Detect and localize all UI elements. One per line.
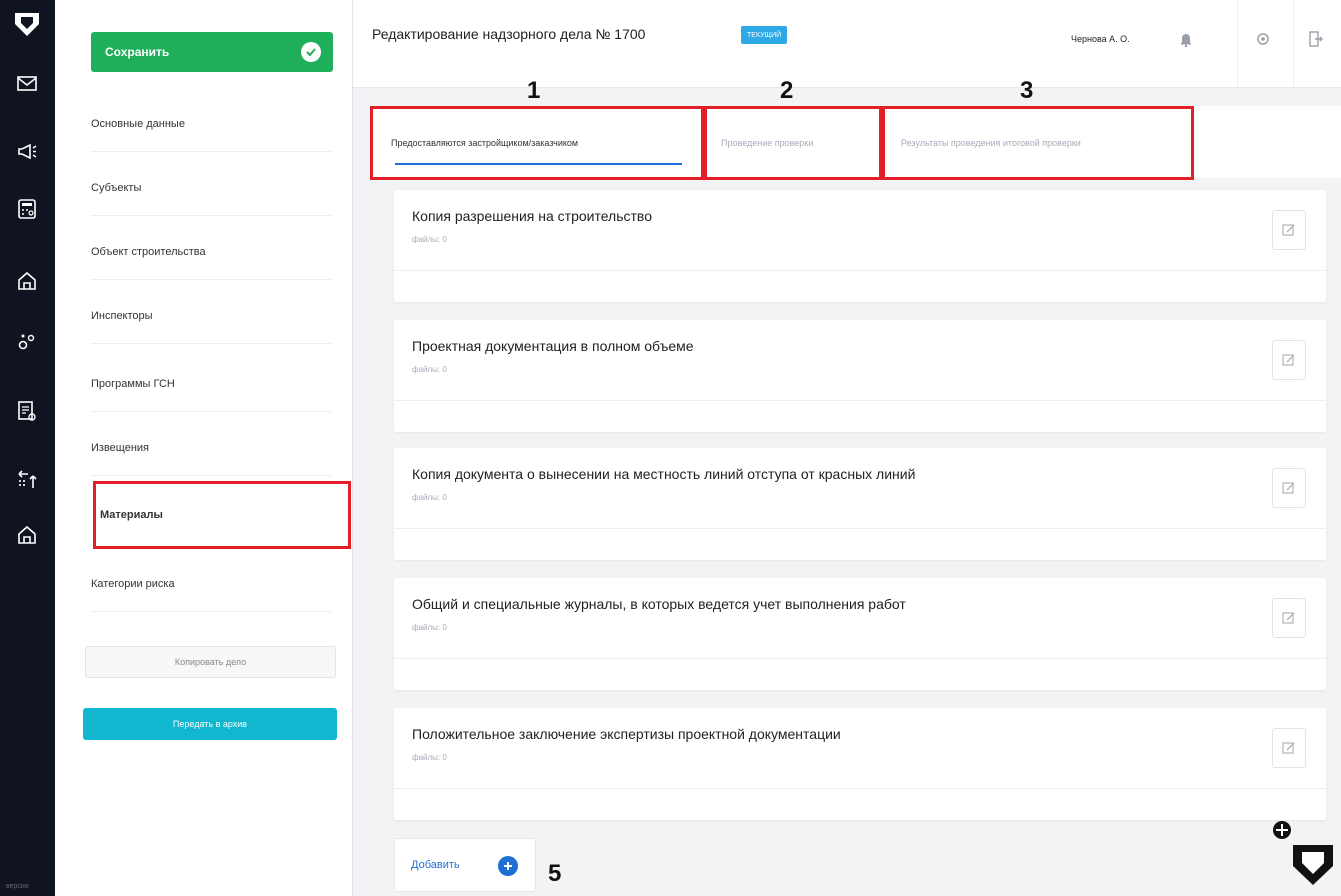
annotation-number-5: 5	[548, 860, 562, 887]
sidebar-item-label: Объект строительства	[91, 245, 206, 258]
files-count: файлы: 0	[412, 753, 447, 762]
megaphone-icon[interactable]	[12, 136, 42, 166]
save-button[interactable]: Сохранить	[91, 32, 333, 72]
files-count: файлы: 0	[412, 493, 447, 502]
tabs-bar: Предоставляются застройщиком/заказчиком …	[370, 106, 1341, 180]
tab-label: Предоставляются застройщиком/заказчиком	[391, 138, 579, 148]
sidebar-item-label: Извещения	[91, 441, 150, 454]
save-button-label: Сохранить	[105, 45, 170, 59]
tab-label: Проведение проверки	[721, 138, 814, 148]
sidebar-item-inspectors[interactable]: Инспекторы	[91, 288, 331, 344]
document-card: Положительное заключение экспертизы прое…	[394, 708, 1326, 820]
archive-button[interactable]: Передать в архив	[83, 708, 337, 740]
divider	[394, 788, 1326, 789]
divider	[394, 528, 1326, 529]
edit-button[interactable]	[1272, 340, 1306, 380]
divider	[394, 400, 1326, 401]
version-label: версия	[6, 883, 29, 890]
divider	[394, 270, 1326, 271]
page-title: Редактирование надзорного дела № 1700	[372, 26, 646, 42]
add-button-label: Добавить	[411, 859, 460, 871]
document-title: Проектная документация в полном объеме	[412, 338, 694, 354]
brand-logo-icon	[1293, 845, 1333, 885]
annotation-number-2: 2	[780, 77, 794, 104]
sidebar-item-gsn-programs[interactable]: Программы ГСН	[91, 356, 331, 412]
mail-icon[interactable]	[12, 68, 42, 98]
move-icon[interactable]	[1272, 820, 1292, 840]
sidebar: Сохранить Основные данные Субъекты Объек…	[55, 0, 353, 896]
home-icon[interactable]	[12, 520, 42, 550]
status-badge: ТЕКУЩИЙ	[741, 26, 788, 44]
add-button[interactable]: Добавить	[394, 838, 536, 892]
divider	[1237, 0, 1238, 88]
sidebar-item-subjects[interactable]: Субъекты	[91, 160, 331, 216]
document-card: Общий и специальные журналы, в которых в…	[394, 578, 1326, 690]
annotation-number-3: 3	[1020, 77, 1034, 104]
sidebar-item-label: Субъекты	[91, 181, 142, 194]
logo-icon[interactable]	[12, 10, 42, 40]
divider	[394, 658, 1326, 659]
document-card: Копия документа о вынесении на местность…	[394, 448, 1326, 560]
tab-final-inspection-results[interactable]: Результаты проведения итоговой проверки	[882, 106, 1194, 180]
header: Редактирование надзорного дела № 1700 ТЕ…	[353, 0, 1341, 88]
gear-icon[interactable]	[1255, 30, 1271, 48]
edit-icon	[1282, 354, 1295, 366]
document-card: Проектная документация в полном объеме ф…	[394, 320, 1326, 432]
files-count: файлы: 0	[412, 365, 447, 374]
sidebar-item-main-data[interactable]: Основные данные	[91, 96, 331, 152]
transfer-icon[interactable]	[12, 464, 42, 494]
document-card: Копия разрешения на строительство файлы:…	[394, 190, 1326, 302]
edit-button[interactable]	[1272, 210, 1306, 250]
active-tab-indicator	[395, 163, 682, 165]
plus-icon	[498, 856, 518, 876]
copy-case-button[interactable]: Копировать дело	[85, 646, 336, 678]
sidebar-item-label: Инспекторы	[91, 309, 153, 322]
divider	[1293, 0, 1294, 88]
logout-icon[interactable]	[1309, 30, 1323, 48]
document-icon[interactable]	[12, 396, 42, 426]
sidebar-item-label: Программы ГСН	[91, 377, 175, 390]
home-icon[interactable]	[12, 266, 42, 296]
document-title: Общий и специальные журналы, в которых в…	[412, 596, 906, 612]
files-count: файлы: 0	[412, 623, 447, 632]
sidebar-item-notices[interactable]: Извещения	[91, 420, 331, 476]
sidebar-item-label: Материалы	[100, 509, 163, 521]
document-title: Положительное заключение экспертизы прое…	[412, 726, 841, 742]
edit-button[interactable]	[1272, 468, 1306, 508]
tab-provided-by-developer[interactable]: Предоставляются застройщиком/заказчиком	[370, 106, 704, 180]
edit-button[interactable]	[1272, 728, 1306, 768]
edit-icon	[1282, 612, 1295, 624]
files-count: файлы: 0	[412, 235, 447, 244]
edit-icon	[1282, 224, 1295, 236]
check-icon	[301, 42, 321, 62]
bell-icon[interactable]	[1179, 30, 1193, 48]
document-title: Копия документа о вынесении на местность…	[412, 466, 916, 482]
left-rail: версия	[0, 0, 55, 896]
edit-icon	[1282, 742, 1295, 754]
annotation-number-1: 1	[527, 77, 541, 104]
sidebar-item-label: Категории риска	[91, 577, 175, 590]
tab-label: Результаты проведения итоговой проверки	[901, 138, 1081, 148]
sidebar-item-construction-object[interactable]: Объект строительства	[91, 224, 331, 280]
document-title: Копия разрешения на строительство	[412, 208, 652, 224]
settings-icon[interactable]	[12, 326, 42, 356]
sidebar-item-materials[interactable]: Материалы	[93, 481, 351, 549]
tab-inspection[interactable]: Проведение проверки	[704, 106, 882, 180]
user-name[interactable]: Чернова А. О.	[1071, 34, 1130, 44]
calculator-icon[interactable]	[12, 194, 42, 224]
edit-button[interactable]	[1272, 598, 1306, 638]
sidebar-item-label: Основные данные	[91, 117, 185, 130]
edit-icon	[1282, 482, 1295, 494]
sidebar-item-risk-categories[interactable]: Категории риска	[91, 556, 331, 612]
